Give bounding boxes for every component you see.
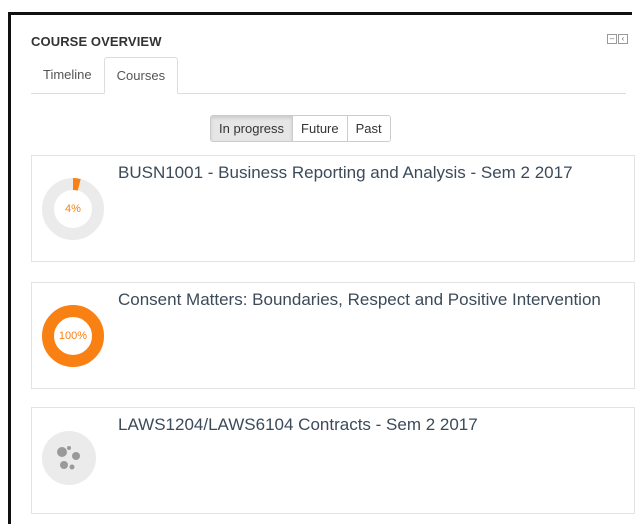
course-filter-group: In progress Future Past	[210, 115, 391, 142]
course-title-link[interactable]: BUSN1001 - Business Reporting and Analys…	[118, 164, 608, 182]
course-image-icon	[42, 431, 96, 485]
molecule-icon	[57, 446, 80, 470]
block-title: COURSE OVERVIEW	[31, 34, 162, 49]
progress-ring: 100%	[40, 303, 106, 369]
filter-future-button[interactable]: Future	[293, 116, 348, 141]
filter-past-button[interactable]: Past	[347, 116, 390, 141]
block-controls: – ‹	[607, 34, 628, 44]
course-card[interactable]: 4% BUSN1001 - Business Reporting and Ana…	[31, 155, 635, 262]
course-title-link[interactable]: Consent Matters: Boundaries, Respect and…	[118, 291, 608, 309]
minimise-icon[interactable]: –	[607, 34, 617, 44]
course-card[interactable]: LAWS1204/LAWS6104 Contracts - Sem 2 2017	[31, 407, 635, 514]
tab-bar: Timeline Courses	[31, 56, 626, 94]
course-title-link[interactable]: LAWS1204/LAWS6104 Contracts - Sem 2 2017	[118, 416, 608, 434]
filter-in-progress-button[interactable]: In progress	[211, 116, 294, 141]
progress-ring: 4%	[40, 176, 106, 242]
tab-timeline[interactable]: Timeline	[31, 57, 104, 93]
block-header: COURSE OVERVIEW – ‹	[31, 33, 636, 53]
tab-courses[interactable]: Courses	[103, 57, 179, 94]
collapse-left-icon[interactable]: ‹	[618, 34, 628, 44]
progress-percent: 4%	[65, 203, 81, 215]
course-overview-block: COURSE OVERVIEW – ‹ Timeline Courses In …	[11, 15, 636, 521]
course-card[interactable]: 100% Consent Matters: Boundaries, Respec…	[31, 282, 635, 389]
progress-percent: 100%	[58, 330, 88, 342]
